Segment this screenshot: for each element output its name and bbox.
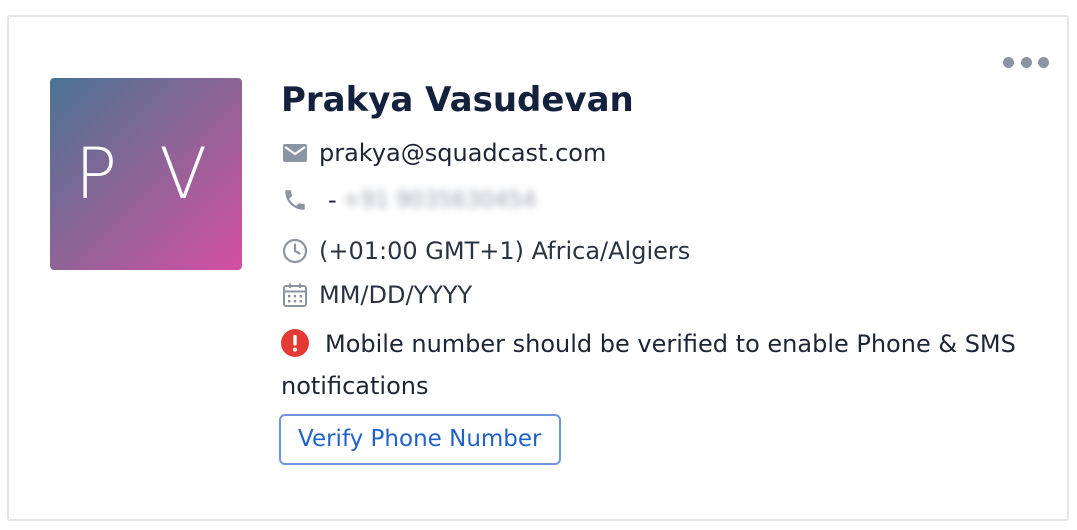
more-options-button[interactable] <box>1003 55 1049 69</box>
more-horizontal-icon <box>1003 56 1014 68</box>
calendar-icon <box>281 281 309 309</box>
clock-icon <box>281 237 309 265</box>
timezone-text: (+01:00 GMT+1) Africa/Algiers <box>319 237 691 265</box>
phone-number: +91 9035630454 <box>342 187 537 213</box>
timezone-row: (+01:00 GMT+1) Africa/Algiers <box>281 235 690 267</box>
phone-prefix: - <box>328 186 337 214</box>
warning-text: Mobile number should be verified to enab… <box>281 330 1016 400</box>
user-name: Prakya Vasudevan <box>281 80 634 120</box>
envelope-icon <box>281 139 309 167</box>
date-format-text: MM/DD/YYYY <box>319 281 473 309</box>
phone-icon <box>281 186 309 214</box>
verify-phone-button[interactable]: Verify Phone Number <box>279 414 561 465</box>
avatar-initials: P V <box>74 133 218 215</box>
email-row: prakya@squadcast.com <box>281 137 606 169</box>
alert-circle-icon <box>281 329 309 357</box>
phone-row: - +91 9035630454 <box>281 184 536 216</box>
verification-warning: Mobile number should be verified to enab… <box>281 323 1021 407</box>
email-text: prakya@squadcast.com <box>319 139 607 167</box>
avatar: P V <box>50 78 242 270</box>
date-format-row: MM/DD/YYYY <box>281 279 472 311</box>
user-profile-card: P V Prakya Vasudevan prakya@squadcast.co… <box>7 15 1069 521</box>
